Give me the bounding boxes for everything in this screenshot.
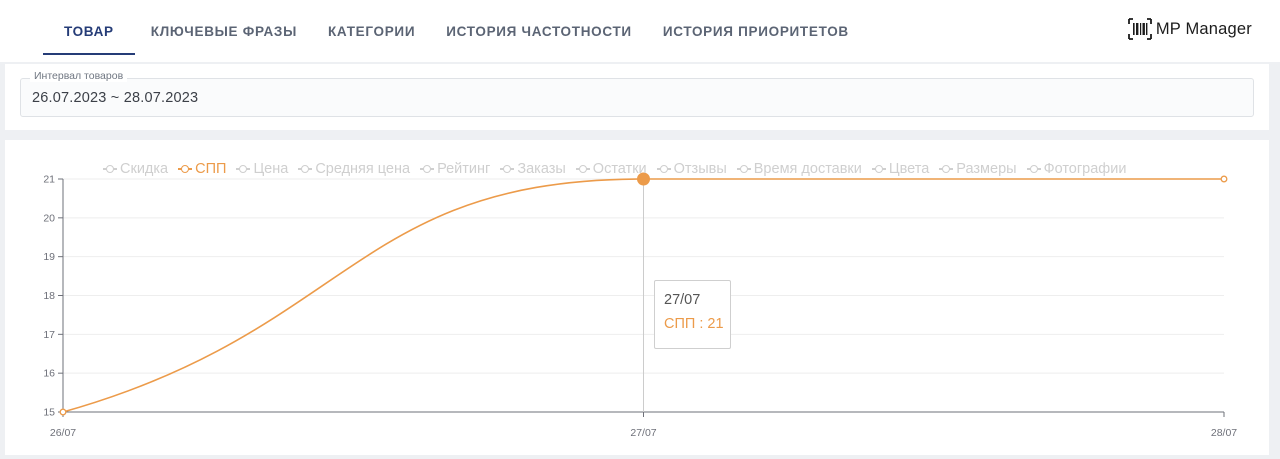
legend-item[interactable]: Отзывы xyxy=(656,161,727,177)
legend-marker-icon xyxy=(298,164,313,174)
legend-label: Заказы xyxy=(517,161,566,177)
legend-item[interactable]: Остатки xyxy=(575,161,647,177)
y-tick-label: 18 xyxy=(43,290,55,302)
legend-marker-icon xyxy=(1026,164,1041,174)
y-tick-label: 21 xyxy=(43,174,55,186)
legend-label: СПП xyxy=(195,161,227,177)
tab-4[interactable]: ИСТОРИЯ ПРИОРИТЕТОВ xyxy=(663,0,849,62)
legend-item[interactable]: Фотографии xyxy=(1026,161,1127,177)
legend-marker-icon xyxy=(500,164,515,174)
legend-label: Время доставки xyxy=(753,161,862,177)
brand-logo: MP Manager xyxy=(1127,18,1252,40)
tab-0[interactable]: ТОВАР xyxy=(43,0,135,62)
legend-item[interactable]: Средняя цена xyxy=(298,161,410,177)
tab-bar: ТОВАР КЛЮЧЕВЫЕ ФРАЗЫ КАТЕГОРИИ ИСТОРИЯ ЧАСТ… xyxy=(43,0,880,62)
legend-label: Размеры xyxy=(956,161,1017,177)
legend-marker-icon xyxy=(736,164,751,174)
legend-marker-icon xyxy=(656,164,671,174)
line-chart: 15 16 17 18 19 20 21 26/07 27/07 28/07 xyxy=(43,172,1237,439)
tooltip-date: 27/07 xyxy=(664,292,701,308)
brand-name: MP Manager xyxy=(1155,19,1252,38)
chart-legend: Скидка СПП Цена Средняя цена Рейтинг Заказы Ос… xyxy=(103,161,1136,177)
y-tick-label: 17 xyxy=(43,329,55,341)
top-nav-bar: ТОВАР КЛЮЧЕВЫЕ ФРАЗЫ КАТЕГОРИИ ИСТОРИЯ ЧАСТ… xyxy=(0,0,1280,62)
filter-panel: Интервал товаров 26.07.2023 ~ 28.07.2023 xyxy=(5,64,1269,130)
legend-item[interactable]: Размеры xyxy=(939,161,1017,177)
legend-label: Средняя цена xyxy=(315,161,411,177)
y-tick-label: 19 xyxy=(43,251,55,263)
legend-label: Отзывы xyxy=(673,161,727,177)
legend-marker-icon xyxy=(420,164,435,174)
legend-item[interactable]: Цена xyxy=(236,161,288,177)
chart-tooltip: 27/07 СПП : 21 xyxy=(654,280,731,349)
legend-marker-icon xyxy=(939,164,954,174)
legend-item[interactable]: Заказы xyxy=(500,161,566,177)
y-tick-label: 15 xyxy=(43,407,55,419)
legend-item[interactable]: Скидка xyxy=(103,161,168,177)
legend-label: Остатки xyxy=(592,161,647,177)
legend-marker-icon xyxy=(236,164,251,174)
legend-marker-icon xyxy=(575,164,590,174)
date-interval-field[interactable]: Интервал товаров 26.07.2023 ~ 28.07.2023 xyxy=(20,70,1254,117)
barcode-icon xyxy=(1127,18,1152,40)
legend-label: Фотографии xyxy=(1043,161,1127,177)
y-tick-label: 20 xyxy=(43,212,55,224)
legend-label: Цвета xyxy=(888,161,930,177)
legend-item[interactable]: Цвета xyxy=(871,161,930,177)
legend-label: Цена xyxy=(253,161,289,177)
tab-1[interactable]: КЛЮЧЕВЫЕ ФРАЗЫ xyxy=(151,0,297,62)
tooltip-value: СПП : 21 xyxy=(664,316,724,332)
legend-marker-icon xyxy=(103,164,117,174)
legend-label: Скидка xyxy=(120,161,169,177)
tab-3[interactable]: ИСТОРИЯ ЧАСТОТНОСТИ xyxy=(446,0,632,62)
x-tick-label: 28/07 xyxy=(1211,427,1237,439)
legend-marker-icon xyxy=(178,164,193,174)
legend-item[interactable]: Время доставки xyxy=(736,161,862,177)
x-tick-label: 26/07 xyxy=(50,427,76,439)
y-tick-label: 16 xyxy=(43,368,55,380)
legend-label: Рейтинг xyxy=(437,161,491,177)
x-tick-label: 27/07 xyxy=(630,427,656,439)
tab-2[interactable]: КАТЕГОРИИ xyxy=(328,0,415,62)
legend-marker-icon xyxy=(871,164,886,174)
legend-item[interactable]: Рейтинг xyxy=(420,161,490,177)
data-point xyxy=(59,408,67,416)
date-interval-label: Интервал товаров xyxy=(30,70,128,82)
data-point xyxy=(1220,175,1228,183)
chart-panel: 15 16 17 18 19 20 21 26/07 27/07 28/07 Скидка СПП Ц… xyxy=(5,140,1269,455)
date-interval-value[interactable]: 26.07.2023 ~ 28.07.2023 xyxy=(32,90,198,106)
legend-item[interactable]: СПП xyxy=(178,161,226,177)
